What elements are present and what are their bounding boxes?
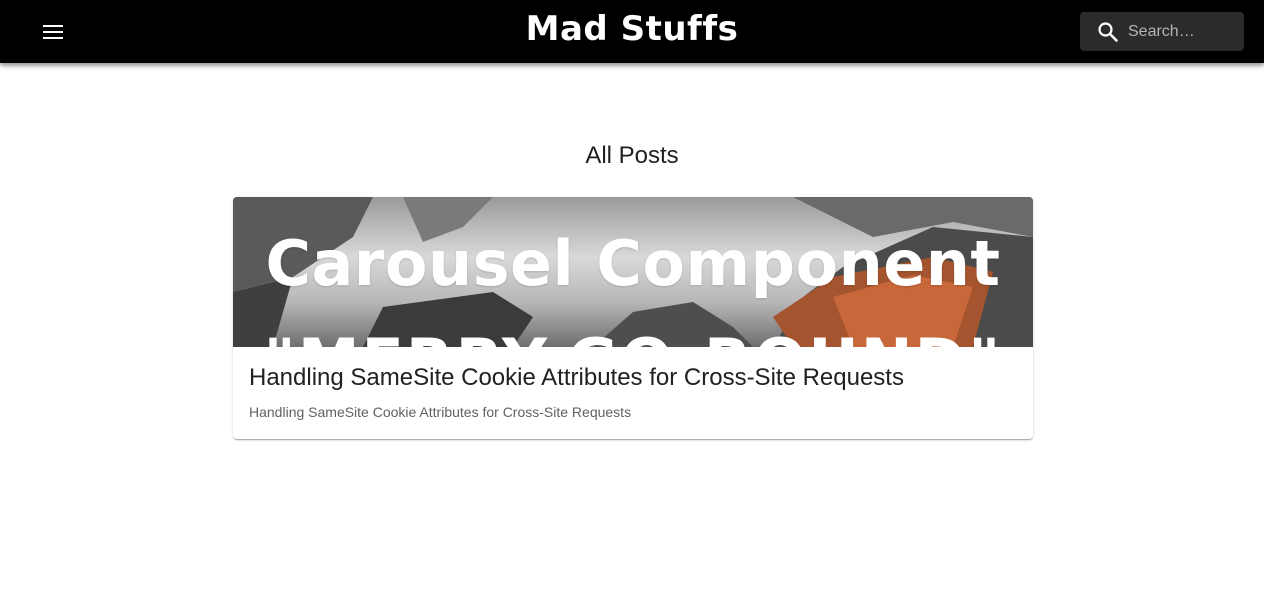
search-box[interactable]: [1080, 12, 1244, 51]
post-cover-title: Carousel Component: [265, 227, 1001, 300]
post-description: Handling SameSite Cookie Attributes for …: [249, 404, 632, 420]
post-cover-image: Carousel Component "MERRY-GO-ROUND": [233, 197, 1033, 347]
menu-button[interactable]: [32, 15, 74, 49]
post-card[interactable]: Carousel Component "MERRY-GO-ROUND" Hand…: [233, 197, 1033, 439]
search-input[interactable]: [1128, 18, 1238, 45]
page-title: All Posts: [585, 142, 679, 169]
app-bar: Mad Stuffs: [0, 0, 1264, 63]
site-title[interactable]: Mad Stuffs: [0, 9, 1264, 49]
search-icon: [1096, 20, 1120, 44]
menu-icon: [43, 25, 63, 39]
post-title[interactable]: Handling SameSite Cookie Attributes for …: [249, 364, 904, 392]
post-cover-subtitle: "MERRY-GO-ROUND": [233, 325, 1033, 347]
